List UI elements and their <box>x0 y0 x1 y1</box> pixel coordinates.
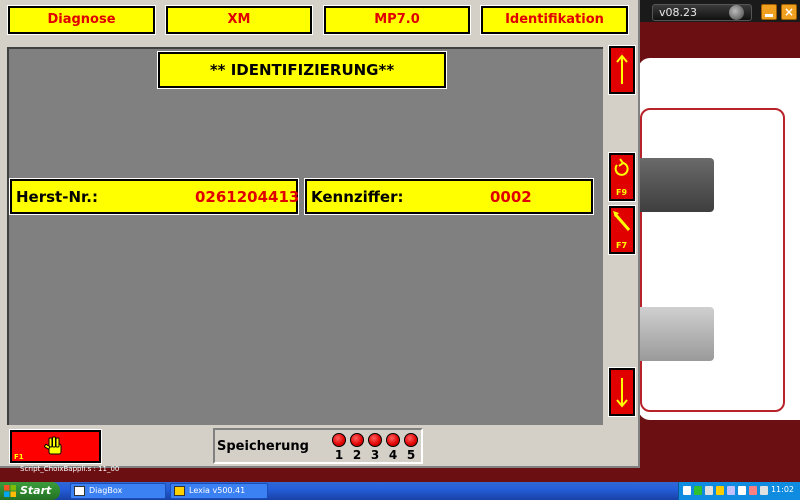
field-value: 0261204413 <box>195 188 300 206</box>
storage-slot-number: 2 <box>352 448 362 462</box>
app-icon <box>74 486 85 496</box>
tray-icon[interactable] <box>727 486 735 495</box>
storage-led[interactable] <box>386 433 400 447</box>
tray-icon[interactable] <box>716 486 724 495</box>
close-button[interactable]: × <box>781 4 797 20</box>
storage-label: Speicherung <box>217 439 309 454</box>
arrow-down-icon <box>616 378 628 408</box>
storage-led[interactable] <box>350 433 364 447</box>
tray-icon[interactable] <box>760 486 768 495</box>
taskbar-item-label: DiagBox <box>89 486 123 495</box>
tab-identifikation[interactable]: Identifikation <box>480 5 629 35</box>
clock: 11:02 <box>770 485 794 494</box>
windows-flag-icon <box>4 485 16 497</box>
scroll-down-button[interactable] <box>608 367 636 417</box>
tray-icon[interactable] <box>738 486 746 495</box>
field-label: Kennziffer: <box>311 188 404 206</box>
taskbar-item-lexia[interactable]: Lexia v500.41 <box>170 483 268 499</box>
start-label: Start <box>20 484 52 497</box>
edit-button[interactable]: F7 <box>608 205 636 255</box>
storage-slot-number: 3 <box>370 448 380 462</box>
undo-icon <box>614 158 629 176</box>
storage-led[interactable] <box>368 433 382 447</box>
storage-panel: Speicherung 1 2 3 4 5 <box>213 428 423 464</box>
storage-led[interactable] <box>332 433 346 447</box>
system-tray: 11:02 <box>678 482 800 500</box>
arrow-up-icon <box>616 54 628 84</box>
minimize-button[interactable] <box>761 4 777 20</box>
back-button[interactable]: F9 <box>608 152 636 202</box>
tray-icon[interactable] <box>694 486 702 495</box>
field-herst-nr: Herst-Nr.: 0261204413 <box>9 178 300 215</box>
background-button-dark[interactable] <box>640 158 714 212</box>
scroll-up-button[interactable] <box>608 45 636 95</box>
field-label: Herst-Nr.: <box>16 188 98 206</box>
fkey-label: F1 <box>14 453 24 461</box>
start-button[interactable]: Start <box>0 482 60 500</box>
storage-led[interactable] <box>404 433 418 447</box>
tray-icon[interactable] <box>749 486 757 495</box>
content-area <box>7 47 603 425</box>
hand-icon <box>44 436 62 455</box>
tray-icon[interactable] <box>705 486 713 495</box>
background-panel-frame <box>640 108 785 412</box>
tab-diagnose[interactable]: Diagnose <box>7 5 156 35</box>
storage-slot-number: 4 <box>388 448 398 462</box>
pencil-icon <box>613 211 631 231</box>
fkey-label: F9 <box>616 188 628 197</box>
page-title: ** IDENTIFIZIERUNG** <box>157 51 447 89</box>
status-line: Script_ChoixBappli.s : 11_00 <box>20 465 120 473</box>
diagnostic-window: Diagnose XM MP7.0 Identifikation ** IDEN… <box>0 0 640 468</box>
tab-mp70[interactable]: MP7.0 <box>323 5 471 35</box>
storage-slot-number: 5 <box>406 448 416 462</box>
tray-icon[interactable] <box>683 486 691 495</box>
tab-xm[interactable]: XM <box>165 5 313 35</box>
taskbar-item-diagbox[interactable]: DiagBox <box>70 483 166 499</box>
taskbar: Start DiagBox Lexia v500.41 11:02 <box>0 482 800 500</box>
background-button-light[interactable] <box>640 307 714 361</box>
storage-slot-number: 1 <box>334 448 344 462</box>
field-value: 0002 <box>490 188 532 206</box>
knob-icon[interactable] <box>729 5 744 20</box>
field-kennziffer: Kennziffer: 0002 <box>304 178 594 215</box>
taskbar-item-label: Lexia v500.41 <box>189 486 246 495</box>
stop-button[interactable]: F1 <box>9 429 102 464</box>
fkey-label: F7 <box>616 241 628 250</box>
app-icon <box>174 486 185 496</box>
